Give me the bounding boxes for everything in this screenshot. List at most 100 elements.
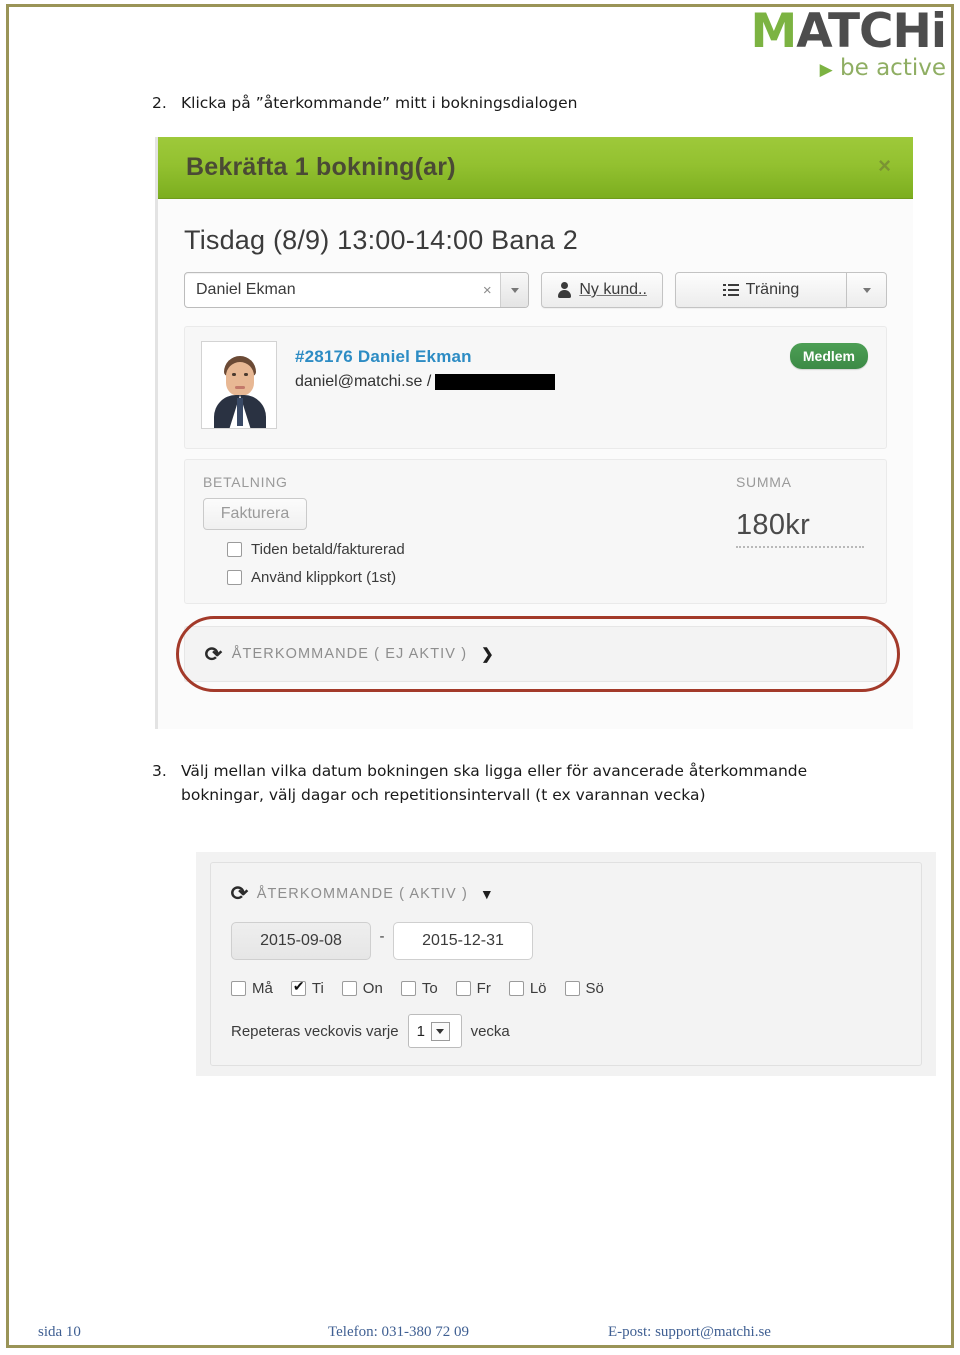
clipcard-checkbox[interactable] [227, 570, 242, 585]
date-range-row: 2015-09-08 - 2015-12-31 [231, 922, 901, 960]
page-footer: sida 10 Telefon: 031-380 72 09 E-post: s… [0, 1324, 948, 1341]
weekday-saturday[interactable]: Lö [508, 980, 547, 997]
summary-box: SUMMA 180kr [736, 474, 864, 548]
weekday-checkbox[interactable] [290, 979, 306, 996]
weekday-checkbox[interactable] [564, 981, 580, 996]
weekday-thursday[interactable]: To [400, 980, 438, 997]
recurring-toggle-bar[interactable]: ⟳ ÅTERKOMMANDE ( EJ AKTIV ) ❯ [184, 626, 887, 682]
booking-slot-title: Tisdag (8/9) 13:00-14:00 Bana 2 [184, 225, 578, 255]
refresh-icon: ⟳ [230, 883, 249, 905]
step-3-text: Välj mellan vilka datum bokningen ska li… [181, 762, 808, 804]
payment-panel: BETALNING Fakturera Tiden betald/fakture… [184, 459, 887, 604]
footer-page-number: sida 10 [38, 1324, 81, 1340]
summa-divider [736, 546, 864, 548]
weekday-monday[interactable]: Må [231, 980, 273, 997]
repeat-interval-value: 1 [416, 1022, 425, 1040]
step-2-text: Klicka på ”återkommande” mitt i boknings… [181, 94, 578, 112]
refresh-icon: ⟳ [204, 643, 223, 666]
weekday-sunday[interactable]: Sö [564, 980, 604, 997]
clear-icon[interactable]: × [474, 282, 500, 299]
customer-select[interactable]: Daniel Ekman × [184, 272, 530, 308]
weekday-label: Ti [311, 980, 324, 997]
repeat-interval-select[interactable]: 1 [407, 1014, 462, 1048]
weekday-checkbox-row: Må Ti On To Fr Lö [231, 979, 901, 997]
recurring-bar-label: ÅTERKOMMANDE ( EJ AKTIV ) [231, 646, 468, 662]
training-button-group: Träning [675, 272, 887, 308]
recurring-bar-wrapper: ⟳ ÅTERKOMMANDE ( EJ AKTIV ) ❯ [176, 616, 900, 692]
clipcard-checkbox-label: Använd klippkort (1st) [251, 569, 397, 586]
recurring-panel-screenshot: ⟳ ÅTERKOMMANDE ( AKTIV ) ▼ 2015-09-08 - … [196, 852, 936, 1076]
weekday-checkbox[interactable] [400, 981, 416, 996]
summa-value: 180kr [736, 509, 811, 541]
customer-id: #28176 [295, 347, 353, 366]
logo-tagline: ▶ be active [750, 57, 946, 80]
logo-letter-i: i [930, 4, 947, 59]
date-range-separator: - [379, 927, 385, 945]
weekday-label: To [421, 980, 438, 997]
redacted-phone [435, 374, 556, 390]
chevron-right-icon: ❯ [481, 646, 494, 663]
weekday-wednesday[interactable]: On [341, 980, 383, 997]
customer-contact: daniel@matchi.se / [295, 373, 556, 391]
weekday-label: Må [252, 980, 273, 997]
training-dropdown-icon[interactable] [847, 272, 887, 308]
invoice-button[interactable]: Fakturera [203, 498, 307, 530]
chevron-down-icon: ▼ [479, 885, 494, 902]
chevron-down-icon[interactable] [500, 273, 529, 307]
status-badge: Medlem [789, 343, 868, 369]
new-customer-button[interactable]: Ny kund.. [541, 272, 663, 308]
frame-top-gap [19, 7, 719, 19]
paid-checkbox-label: Tiden betald/fakturerad [251, 541, 405, 558]
checkbox-row-clipcard[interactable]: Använd klippkort (1st) [227, 569, 868, 586]
chevron-down-icon[interactable] [430, 1021, 450, 1041]
recurring-panel-header[interactable]: ⟳ ÅTERKOMMANDE ( AKTIV ) ▼ [231, 881, 901, 906]
step-2-number: 2. [152, 94, 167, 112]
weekday-tuesday[interactable]: Ti [290, 979, 324, 997]
weekday-label: On [362, 980, 383, 997]
training-label: Träning [745, 281, 800, 298]
customer-email: daniel@matchi.se / [295, 373, 432, 390]
weekday-checkbox[interactable] [508, 981, 524, 996]
weekday-friday[interactable]: Fr [455, 980, 491, 997]
summa-label: SUMMA [736, 474, 792, 490]
repeat-suffix-label: vecka [470, 1022, 510, 1040]
list-icon [722, 283, 739, 297]
triangle-icon: ▶ [819, 60, 833, 80]
instruction-step-3: 3. Välj mellan vilka datum bokningen ska… [152, 760, 812, 807]
instruction-step-2: 2. Klicka på ”återkommande” mitt i bokni… [152, 92, 792, 116]
weekday-label: Sö [585, 980, 604, 997]
booking-dialog-screenshot: Bekräfta 1 bokning(ar) × Tisdag (8/9) 13… [155, 137, 913, 729]
customer-name-value: Daniel Ekman [196, 281, 296, 298]
logo-tagline-text: be active [840, 55, 946, 81]
logo-wordmark: MATCHi [750, 8, 947, 55]
date-from-input[interactable]: 2015-09-08 [231, 922, 371, 960]
person-icon [557, 282, 572, 298]
logo-letter-m: M [750, 4, 797, 59]
logo-letters-atch: ATCH [796, 4, 932, 59]
step-3-number: 3. [152, 762, 167, 780]
recurring-panel-label: ÅTERKOMMANDE ( AKTIV ) [256, 885, 468, 902]
weekday-checkbox[interactable] [341, 981, 357, 996]
date-to-input[interactable]: 2015-12-31 [393, 922, 533, 960]
weekday-label: Fr [476, 980, 491, 997]
customer-card: #28176 Daniel Ekman daniel@matchi.se / M… [184, 326, 887, 449]
training-button[interactable]: Träning [675, 272, 847, 308]
close-icon[interactable]: × [878, 153, 891, 179]
footer-email: E-post: support@matchi.se [608, 1324, 771, 1340]
repeat-prefix-label: Repeteras veckovis varje [231, 1022, 399, 1040]
footer-phone: Telefon: 031-380 72 09 [328, 1324, 470, 1340]
paid-checkbox[interactable] [227, 542, 242, 557]
dialog-body: Tisdag (8/9) 13:00-14:00 Bana 2 Daniel E… [158, 199, 913, 692]
repeat-interval-row: Repeteras veckovis varje 1 vecka [231, 1014, 901, 1048]
weekday-checkbox[interactable] [455, 981, 471, 996]
weekday-checkbox[interactable] [231, 981, 246, 996]
customer-id-name[interactable]: #28176 Daniel Ekman [295, 347, 555, 367]
new-customer-label: Ny kund.. [579, 281, 647, 298]
matchi-logo: MATCHi ▶ be active [750, 8, 947, 80]
recurring-active-panel: ⟳ ÅTERKOMMANDE ( AKTIV ) ▼ 2015-09-08 - … [210, 862, 922, 1066]
avatar [201, 341, 277, 429]
dialog-title: Bekräfta 1 bokning(ar) [186, 153, 456, 181]
weekday-label: Lö [529, 980, 547, 997]
customer-name: Daniel Ekman [357, 347, 472, 366]
customer-info: #28176 Daniel Ekman daniel@matchi.se / [295, 341, 556, 434]
